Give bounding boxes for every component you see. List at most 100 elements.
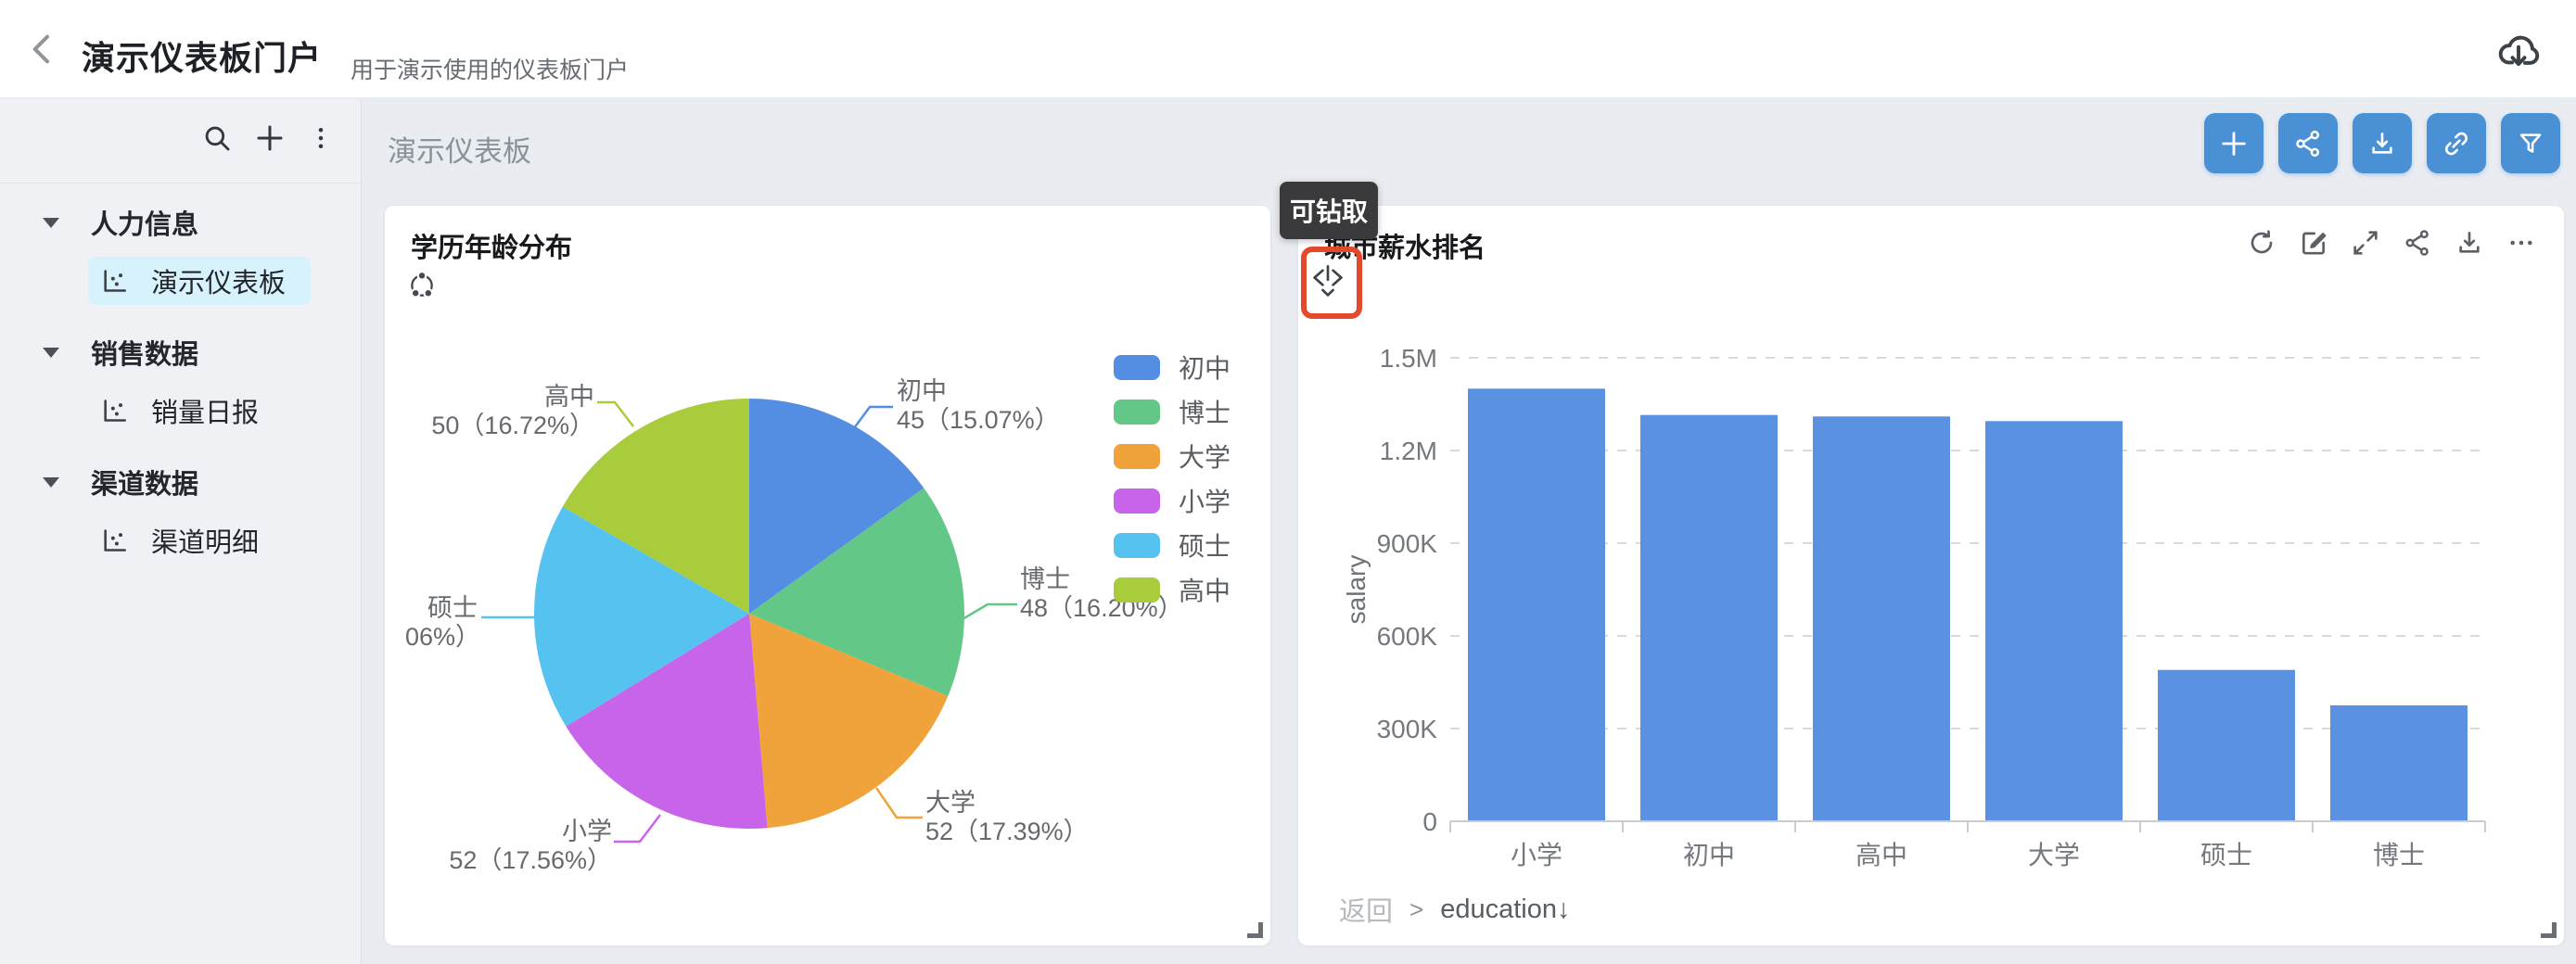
- legend-item[interactable]: 初中: [1114, 345, 1231, 389]
- pie-label-leader: [614, 815, 660, 842]
- tree-group-sales[interactable]: 销售数据: [0, 322, 362, 383]
- y-tick-label: 1.2M: [1380, 437, 1437, 465]
- legend-label: 高中: [1179, 571, 1231, 608]
- pie-slice-label-label: 52（17.39%）: [925, 818, 1089, 846]
- x-tick-label: 小学: [1511, 841, 1562, 869]
- download-icon: [2367, 129, 2397, 159]
- chart-icon: [101, 268, 127, 294]
- share-icon: [2293, 129, 2323, 159]
- more-vertical-icon[interactable]: [307, 124, 335, 152]
- drill-tooltip: 可钻取: [1280, 182, 1378, 239]
- tree-group-label: 销售数据: [91, 333, 198, 372]
- bar-chart-card: 可钻取 城市薪水排名 1.5M1.2M900K600K300K0salary小学…: [1298, 206, 2564, 945]
- y-tick-label: 0: [1422, 807, 1437, 836]
- caret-down-icon: [43, 477, 59, 488]
- pie-slice-name-label: 博士: [1020, 565, 1070, 594]
- legend-label: 大学: [1179, 438, 1231, 475]
- legend-color-chip: [1114, 533, 1160, 558]
- resize-handle[interactable]: [1247, 922, 1263, 938]
- search-icon[interactable]: [201, 122, 233, 154]
- tree-group-channel[interactable]: 渠道数据: [0, 451, 362, 513]
- back-icon[interactable]: [24, 31, 61, 68]
- legend-color-chip: [1114, 444, 1160, 469]
- portal-subtitle: 用于演示使用的仪表板门户: [351, 52, 629, 85]
- legend-item[interactable]: 硕士: [1114, 523, 1231, 567]
- bar-初中[interactable]: [1640, 415, 1778, 821]
- pie-legend: 初中博士大学小学硕士高中: [1114, 345, 1231, 612]
- share-button[interactable]: [2278, 113, 2338, 173]
- tree-item-label: 渠道明细: [151, 521, 259, 560]
- legend-item[interactable]: 小学: [1114, 478, 1231, 523]
- tree-item-channel-detail[interactable]: 渠道明细: [88, 516, 311, 564]
- pie-slice-name-label: 硕士: [199, 594, 478, 623]
- dashboard-toolbar: [2204, 113, 2560, 173]
- drill-breadcrumb: 返回 > education↓: [1339, 890, 1570, 929]
- pie-slice-name-label: 初中: [897, 377, 947, 406]
- x-tick-label: 硕士: [2200, 841, 2252, 869]
- legend-color-chip: [1114, 355, 1160, 380]
- legend-label: 初中: [1179, 349, 1231, 386]
- legend-label: 小学: [1179, 482, 1231, 519]
- portal-title: 演示仪表板门户: [82, 32, 322, 80]
- sort-arrow-icon: ↓: [1557, 894, 1571, 924]
- funnel-icon: [2516, 129, 2545, 159]
- sidebar-toolbar: [201, 121, 335, 155]
- bar-大学[interactable]: [1985, 421, 2123, 821]
- y-tick-label: 1.5M: [1380, 344, 1437, 373]
- tree-item-label: 演示仪表板: [151, 261, 286, 300]
- chart-icon: [101, 398, 127, 424]
- x-tick-label: 初中: [1683, 841, 1735, 869]
- breadcrumb-separator: >: [1409, 895, 1423, 924]
- drill-current-field[interactable]: education↓: [1440, 894, 1570, 925]
- legend-color-chip: [1114, 400, 1160, 425]
- pie-chart-card: 学历年龄分布 初中45（15.07%）博士48（16.20%）大学52（17.3…: [385, 206, 1270, 945]
- legend-color-chip: [1114, 577, 1160, 602]
- x-tick-label: 大学: [2028, 841, 2080, 869]
- add-icon[interactable]: [253, 121, 287, 155]
- y-tick-label: 900K: [1377, 529, 1438, 558]
- pie-slice-label-label: 45（15.07%）: [897, 406, 1060, 435]
- sidebar-divider: [0, 183, 362, 184]
- plus-icon: [2218, 128, 2250, 159]
- legend-item[interactable]: 大学: [1114, 434, 1231, 478]
- drill-back-link[interactable]: 返回: [1339, 890, 1393, 929]
- dashboard-tree: 人力信息 演示仪表板 销售数据 销量日报 渠道数据 渠道明细: [0, 192, 362, 568]
- y-tick-label: 600K: [1377, 622, 1438, 651]
- add-view-button[interactable]: [2204, 113, 2264, 173]
- resize-handle[interactable]: [2541, 922, 2557, 938]
- pie-slice-label-label: 06%）: [405, 623, 480, 652]
- top-header: 演示仪表板门户 用于演示使用的仪表板门户: [0, 0, 2576, 98]
- tree-item-label: 销量日报: [151, 391, 259, 430]
- filter-button[interactable]: [2501, 113, 2560, 173]
- app: 演示仪表板门户 用于演示使用的仪表板门户 人力信息 演示仪表板: [0, 0, 2576, 964]
- bar-chart: 1.5M 1.2M 900K 600K 300K 0 salary 小学 初中 高中 大学 硕士 博士: [1298, 206, 2564, 882]
- x-tick-label: 高中: [1855, 841, 1907, 869]
- tree-item-demo-dashboard[interactable]: 演示仪表板: [88, 257, 311, 305]
- pie-slice-name-label: 大学: [925, 789, 976, 818]
- pie-label-leader: [597, 402, 633, 426]
- pie-label-leader: [963, 604, 1017, 619]
- pie-slice-label-label: 50（16.72%）: [316, 412, 594, 440]
- tree-group-hr[interactable]: 人力信息: [0, 192, 362, 253]
- bar-小学[interactable]: [1468, 388, 1605, 821]
- x-tick-label: 博士: [2373, 841, 2425, 869]
- caret-down-icon: [43, 348, 59, 358]
- link-icon: [2442, 129, 2471, 159]
- caret-down-icon: [43, 218, 59, 228]
- tree-item-sales-daily[interactable]: 销量日报: [88, 387, 311, 435]
- bar-高中[interactable]: [1813, 416, 1950, 821]
- bar-硕士[interactable]: [2158, 670, 2295, 821]
- pie-label-leader: [876, 788, 923, 818]
- bar-博士[interactable]: [2330, 705, 2468, 821]
- pie-slice-name-label: 高中: [316, 383, 594, 412]
- cloud-download-icon[interactable]: [2494, 26, 2543, 74]
- legend-item[interactable]: 博士: [1114, 389, 1231, 434]
- legend-item[interactable]: 高中: [1114, 567, 1231, 612]
- export-button[interactable]: [2353, 113, 2412, 173]
- y-axis-title: salary: [1342, 555, 1371, 625]
- link-button[interactable]: [2427, 113, 2486, 173]
- legend-label: 博士: [1179, 393, 1231, 430]
- legend-label: 硕士: [1179, 526, 1231, 564]
- tree-group-label: 渠道数据: [91, 463, 198, 501]
- y-tick-label: 300K: [1377, 715, 1438, 743]
